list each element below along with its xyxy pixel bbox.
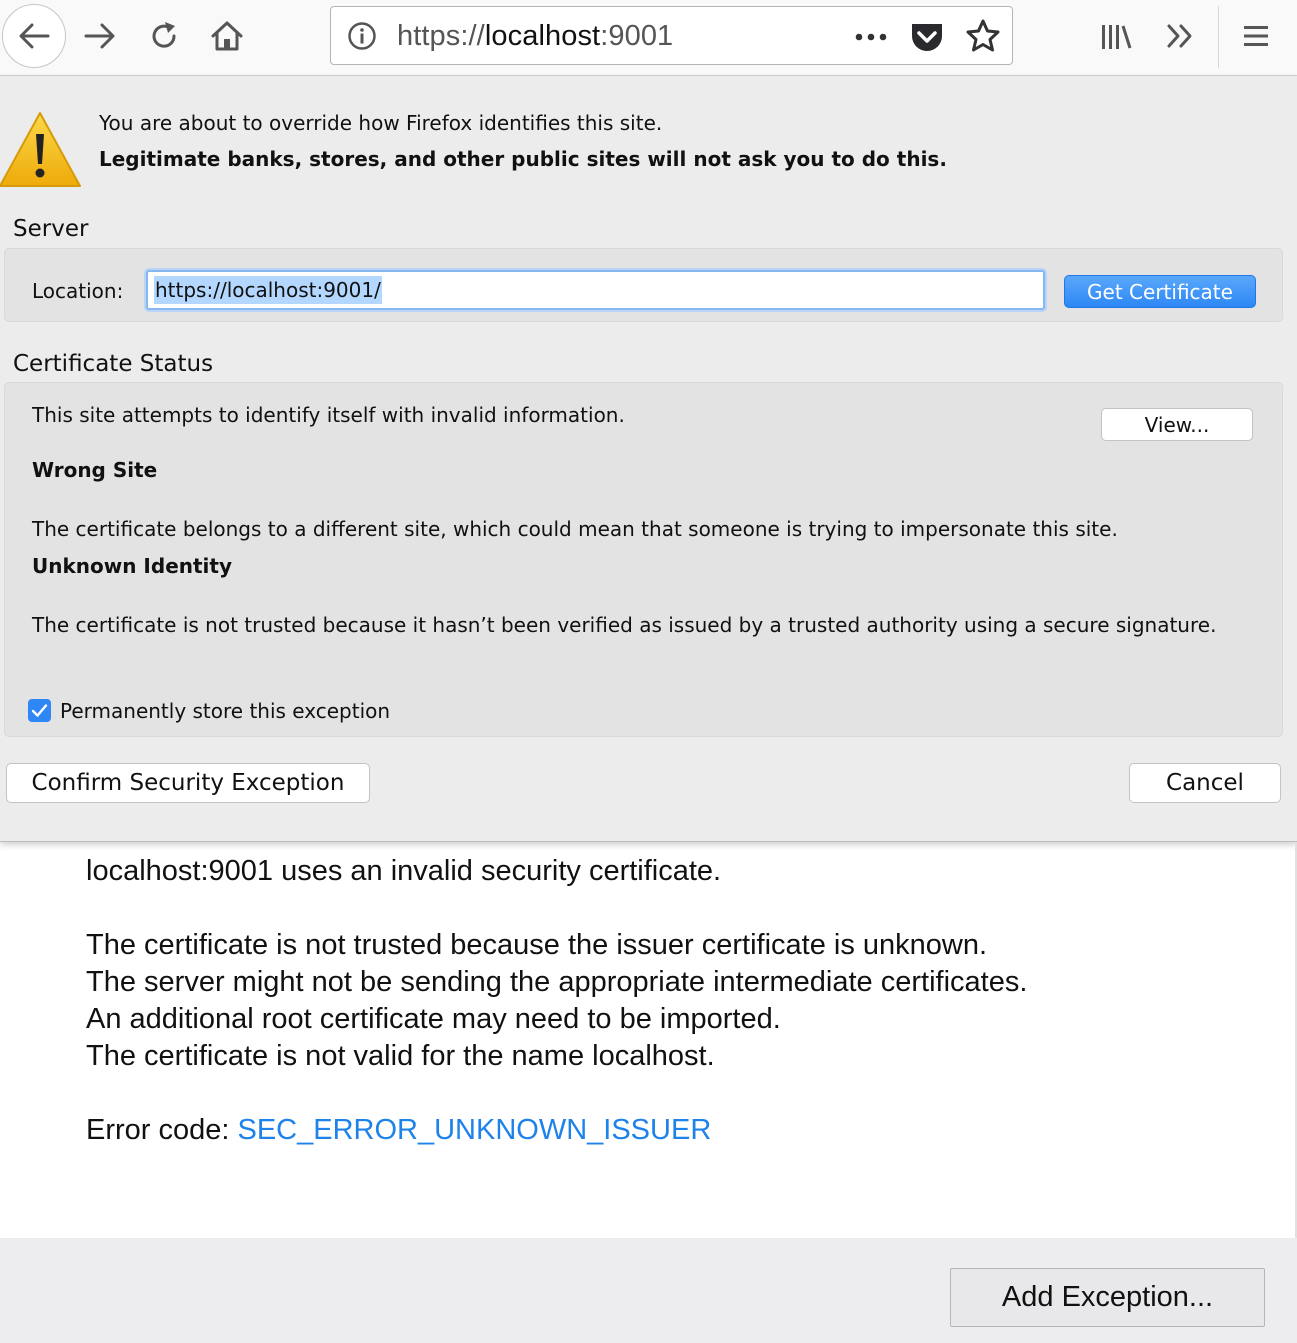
- store-exception-checkbox[interactable]: [28, 699, 51, 722]
- certificate-status-title: Certificate Status: [13, 351, 214, 377]
- warning-emphasis: Legitimate banks, stores, and other publ…: [99, 147, 947, 171]
- location-input[interactable]: https://localhost:9001/: [146, 270, 1045, 310]
- wrong-site-description: The certificate belongs to a different s…: [32, 517, 1118, 541]
- back-button[interactable]: [2, 4, 66, 68]
- add-exception-button[interactable]: Add Exception...: [950, 1268, 1265, 1327]
- error-detail: The server might not be sending the appr…: [86, 966, 1028, 998]
- browser-toolbar: https://localhost:9001: [0, 0, 1297, 76]
- error-detail: The certificate is not valid for the nam…: [86, 1040, 715, 1072]
- menu-icon: [1244, 26, 1268, 46]
- home-icon: [211, 21, 243, 51]
- reload-button[interactable]: [142, 14, 186, 58]
- url-host: localhost: [484, 20, 601, 52]
- error-detail: An additional root certificate may need …: [86, 1003, 781, 1035]
- server-group: Location: https://localhost:9001/ Get Ce…: [4, 248, 1283, 322]
- location-label: Location:: [32, 279, 124, 303]
- wrong-site-heading: Wrong Site: [32, 458, 158, 482]
- overflow-icon: [1167, 24, 1192, 48]
- pocket-icon[interactable]: [909, 19, 945, 55]
- error-code-label: Error code:: [86, 1114, 238, 1146]
- error-code-link[interactable]: SEC_ERROR_UNKNOWN_ISSUER: [238, 1114, 712, 1146]
- location-value: https://localhost:9001/: [154, 276, 382, 304]
- menu-button[interactable]: [1234, 14, 1278, 58]
- view-certificate-button[interactable]: View...: [1101, 408, 1253, 441]
- back-icon: [19, 23, 50, 49]
- store-exception-label[interactable]: Permanently store this exception: [60, 699, 390, 723]
- bookmark-star-icon[interactable]: [965, 18, 1001, 54]
- server-section-title: Server: [13, 216, 89, 242]
- url-bar[interactable]: https://localhost:9001: [330, 6, 1013, 65]
- security-exception-dialog: You are about to override how Firefox id…: [0, 76, 1297, 842]
- get-certificate-button[interactable]: Get Certificate: [1064, 275, 1256, 308]
- certificate-status-group: This site attempts to identify itself wi…: [4, 382, 1283, 737]
- url-text[interactable]: https://localhost:9001: [397, 20, 673, 53]
- url-port: :9001: [600, 20, 674, 52]
- forward-button[interactable]: [78, 14, 122, 58]
- cancel-button[interactable]: Cancel: [1129, 763, 1281, 803]
- warning-icon: [0, 112, 81, 187]
- reload-icon: [152, 22, 176, 48]
- home-button[interactable]: [205, 14, 249, 58]
- checkmark-icon: [31, 704, 48, 717]
- overflow-button[interactable]: [1158, 14, 1202, 58]
- toolbar-separator: [1218, 6, 1219, 68]
- error-footer: Add Exception...: [0, 1238, 1297, 1343]
- error-detail: The certificate is not trusted because t…: [86, 929, 988, 961]
- info-icon[interactable]: [347, 21, 377, 51]
- error-code-line: Error code: SEC_ERROR_UNKNOWN_ISSUER: [86, 1114, 711, 1147]
- forward-icon: [84, 23, 115, 49]
- confirm-security-exception-button[interactable]: Confirm Security Exception: [6, 763, 370, 803]
- url-prefix: https://: [397, 20, 485, 52]
- page-actions-icon[interactable]: [851, 23, 891, 51]
- unknown-identity-description: The certificate is not trusted because i…: [32, 613, 1217, 637]
- library-icon: [1102, 25, 1132, 49]
- error-title: localhost:9001 uses an invalid security …: [86, 855, 722, 887]
- unknown-identity-heading: Unknown Identity: [32, 554, 233, 578]
- library-button[interactable]: [1094, 14, 1138, 58]
- warning-message: You are about to override how Firefox id…: [99, 111, 663, 135]
- status-summary: This site attempts to identify itself wi…: [32, 403, 625, 427]
